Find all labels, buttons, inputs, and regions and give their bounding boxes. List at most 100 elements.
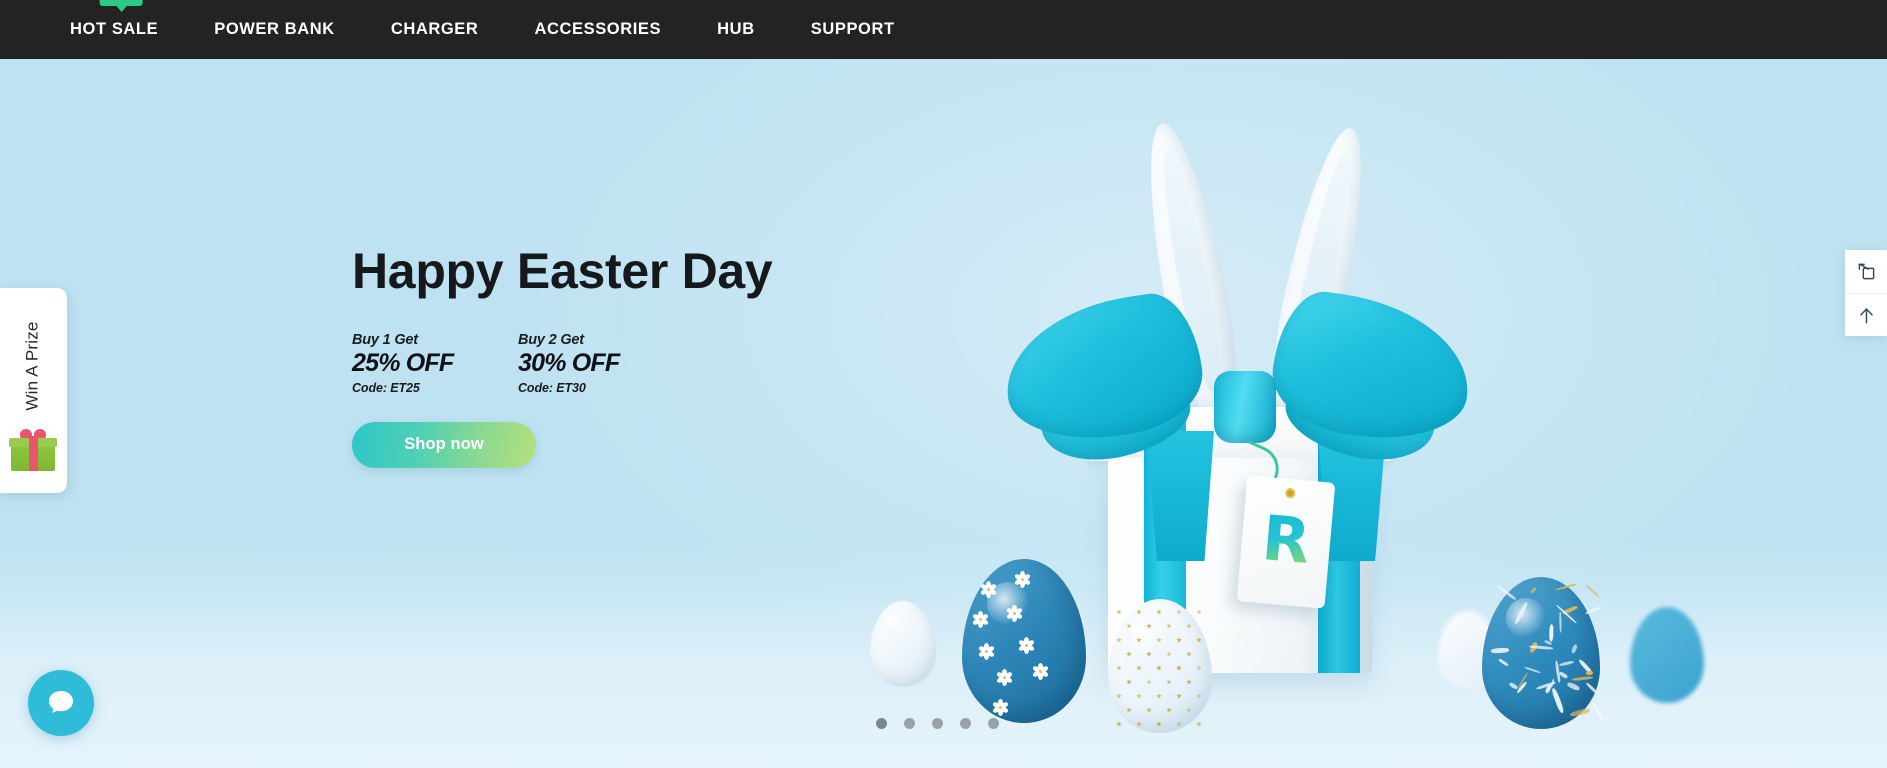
egg-star-decoration [1136,609,1142,615]
egg-splatter-decoration [1593,703,1606,724]
nav-item-label: POWER BANK [214,20,335,38]
offer-pretext: Buy 2 Get [518,332,658,348]
egg-star-decoration [1176,693,1182,699]
egg-star-decoration [1166,707,1172,713]
egg-star-decoration [1196,637,1202,643]
nav-item-support[interactable]: SUPPORT [783,0,923,59]
chat-widget-button[interactable] [28,670,94,736]
nav-item-label: CHARGER [391,20,479,38]
egg-flower-decoration [980,581,997,598]
egg-flower-decoration [978,643,995,660]
carousel-dot-5[interactable] [988,718,999,729]
shop-now-button[interactable]: Shop now [352,422,536,468]
egg-star-decoration [1186,623,1192,629]
egg-splatter-decoration [1585,606,1601,614]
egg-star-decoration [1186,707,1192,713]
egg-star-decoration [1156,693,1162,699]
offer-code: Code: ET30 [518,381,658,395]
chat-bubble-icon [44,686,78,720]
easter-egg-blue-floral [962,559,1086,723]
carousel-dot-2[interactable] [904,718,915,729]
easter-egg-blurred-blue [1630,607,1704,703]
egg-splatter-decoration [1571,644,1578,653]
egg-star-decoration [1156,665,1162,671]
egg-splatter-decoration [1559,660,1575,667]
egg-splatter-decoration [1566,682,1580,692]
egg-star-decoration [1136,693,1142,699]
egg-star-decoration [1126,651,1132,657]
egg-splatter-decoration [1491,647,1510,653]
brand-logo-letter: R [1240,505,1333,574]
hero-banner: R Happy Easter Day Buy 1 Get 25% OFF Cod… [0,59,1887,768]
egg-splatter-decoration [1498,658,1509,667]
nav-item-label: ACCESSORIES [534,20,661,38]
egg-star-decoration [1116,721,1122,727]
egg-splatter-decoration [1585,682,1599,696]
egg-flower-decoration [992,699,1009,716]
egg-star-decoration [1146,679,1152,685]
nav-item-hub[interactable]: HUB [689,0,783,59]
carousel-dot-4[interactable] [960,718,971,729]
hero-title: Happy Easter Day [352,245,772,298]
egg-flower-decoration [1032,663,1049,680]
egg-star-decoration [1166,651,1172,657]
win-a-prize-label: Win A Prize [23,321,43,410]
egg-star-decoration [1166,679,1172,685]
egg-star-decoration [1116,665,1122,671]
offer-discount: 25% OFF [352,349,492,378]
easter-egg-blue-splatter [1482,577,1600,729]
egg-splatter-decoration [1551,687,1565,713]
egg-star-decoration [1146,707,1152,713]
egg-flower-decoration [1014,571,1031,588]
egg-highlight [883,613,905,635]
egg-star-decoration [1176,609,1182,615]
gift-icon-ribbon [29,436,38,471]
egg-splatter-decoration [1549,624,1554,641]
egg-splatter-decoration [1586,671,1593,676]
egg-flower-decoration [996,669,1013,686]
egg-star-decoration [1136,721,1142,727]
back-to-top-button[interactable] [1845,293,1887,336]
egg-splatter-decoration [1570,708,1591,718]
bow-tail-left [1146,431,1214,561]
nav-item-power-bank[interactable]: POWER BANK [186,0,363,59]
egg-star-decoration [1116,637,1122,643]
egg-flower-decoration [1018,637,1035,654]
egg-star-decoration [1186,651,1192,657]
egg-star-decoration [1196,693,1202,699]
nav-items-container: HOT HOT SALE POWER BANK CHARGER ACCESSOR… [56,0,923,59]
restore-window-button[interactable] [1845,250,1887,293]
egg-splatter-decoration [1555,583,1577,591]
carousel-dot-1[interactable] [876,718,887,729]
egg-splatter-decoration [1559,671,1569,679]
egg-star-decoration [1156,721,1162,727]
carousel-dots [876,718,999,729]
easter-egg-small-white [870,601,936,687]
nav-item-label: HOT SALE [70,20,158,38]
offer-pretext: Buy 1 Get [352,332,492,348]
egg-splatter-decoration [1572,676,1593,681]
nav-item-hot-sale[interactable]: HOT HOT SALE [56,0,186,59]
restore-window-icon [1857,262,1876,281]
offer-item: Buy 1 Get 25% OFF Code: ET25 [352,332,492,395]
offer-code: Code: ET25 [352,381,492,395]
nav-item-charger[interactable]: CHARGER [363,0,507,59]
hero-artwork: R [0,59,1887,768]
carousel-dot-3[interactable] [932,718,943,729]
egg-star-decoration [1176,721,1182,727]
gift-tag-eyelet [1285,488,1296,499]
hero-copy-block: Happy Easter Day Buy 1 Get 25% OFF Code:… [352,245,772,468]
egg-star-decoration [1136,665,1142,671]
egg-star-decoration [1196,665,1202,671]
win-a-prize-tab[interactable]: Win A Prize [0,288,67,493]
egg-star-decoration [1166,623,1172,629]
top-navigation-bar: HOT HOT SALE POWER BANK CHARGER ACCESSOR… [0,0,1887,59]
egg-star-decoration [1126,707,1132,713]
egg-flower-decoration [972,611,989,628]
egg-splatter-decoration [1496,585,1516,601]
egg-star-decoration [1126,679,1132,685]
nav-item-accessories[interactable]: ACCESSORIES [506,0,689,59]
arrow-up-icon [1857,306,1876,325]
gift-icon [11,435,55,471]
hot-badge: HOT [100,0,143,6]
